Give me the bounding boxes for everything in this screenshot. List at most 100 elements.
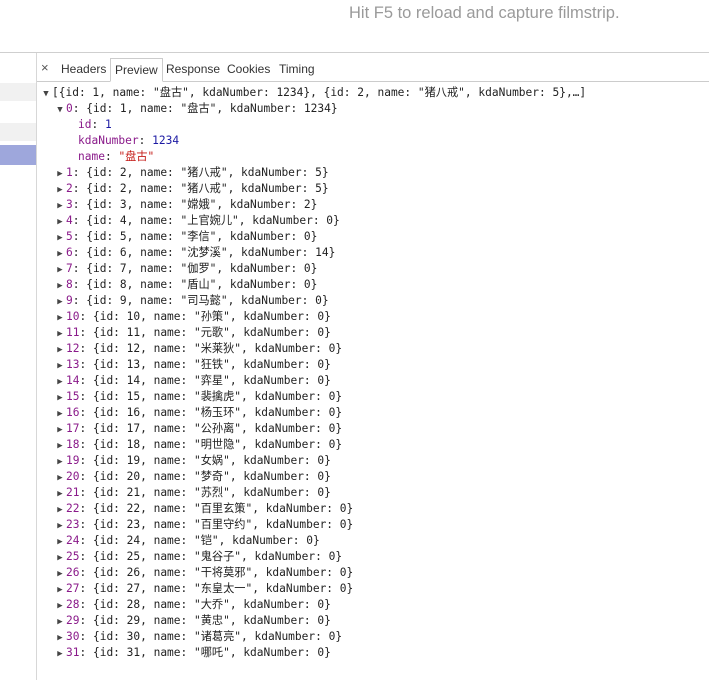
item-index: 24	[66, 534, 80, 547]
tree-item[interactable]: ▶ 28: {id: 28, name: "大乔", kdaNumber: 0}	[40, 597, 706, 613]
collapsed-triangle-icon[interactable]: ▶	[54, 486, 66, 502]
top-divider	[0, 52, 709, 53]
tree-item[interactable]: ▶ 25: {id: 25, name: "鬼谷子", kdaNumber: 0}	[40, 549, 706, 565]
item-summary: {id: 22, name: "百里玄策", kdaNumber: 0}	[92, 502, 354, 515]
tree-item[interactable]: ▶ 2: {id: 2, name: "猪八戒", kdaNumber: 5}	[40, 181, 706, 197]
tab-response[interactable]: Response	[162, 58, 224, 80]
item-summary: {id: 24, name: "铠", kdaNumber: 0}	[92, 534, 320, 547]
item-index: 10	[66, 310, 80, 323]
tree-item[interactable]: ▶ 13: {id: 13, name: "狂铁", kdaNumber: 0}	[40, 357, 706, 373]
collapsed-triangle-icon[interactable]: ▶	[54, 630, 66, 646]
collapsed-triangle-icon[interactable]: ▶	[54, 566, 66, 582]
request-list[interactable]	[0, 53, 36, 680]
tree-item[interactable]: ▶ 10: {id: 10, name: "孙策", kdaNumber: 0}	[40, 309, 706, 325]
tree-item[interactable]: ▶ 31: {id: 31, name: "哪吒", kdaNumber: 0}	[40, 645, 706, 661]
tree-item[interactable]: ▶ 19: {id: 19, name: "女娲", kdaNumber: 0}	[40, 453, 706, 469]
tree-item[interactable]: ▶ 30: {id: 30, name: "诸葛亮", kdaNumber: 0}	[40, 629, 706, 645]
item-index: 2	[66, 182, 73, 195]
collapsed-triangle-icon[interactable]: ▶	[54, 502, 66, 518]
tree-item[interactable]: ▶ 27: {id: 27, name: "东皇太一", kdaNumber: 0…	[40, 581, 706, 597]
collapsed-triangle-icon[interactable]: ▶	[54, 406, 66, 422]
tree-item[interactable]: ▶ 8: {id: 8, name: "盾山", kdaNumber: 0}	[40, 277, 706, 293]
collapsed-triangle-icon[interactable]: ▶	[54, 550, 66, 566]
collapsed-triangle-icon[interactable]: ▶	[54, 534, 66, 550]
collapsed-triangle-icon[interactable]: ▶	[54, 614, 66, 630]
collapsed-triangle-icon[interactable]: ▶	[54, 390, 66, 406]
tab-preview[interactable]: Preview	[110, 58, 163, 82]
request-row[interactable]	[0, 83, 36, 101]
tree-item[interactable]: ▶ 16: {id: 16, name: "杨玉环", kdaNumber: 0}	[40, 405, 706, 421]
collapsed-triangle-icon[interactable]: ▶	[54, 214, 66, 230]
collapsed-triangle-icon[interactable]: ▶	[54, 582, 66, 598]
expanded-triangle-icon[interactable]: ▼	[54, 102, 66, 118]
tree-item[interactable]: ▶ 23: {id: 23, name: "百里守约", kdaNumber: 0…	[40, 517, 706, 533]
collapsed-triangle-icon[interactable]: ▶	[54, 454, 66, 470]
tree-item[interactable]: ▶ 26: {id: 26, name: "干将莫邪", kdaNumber: 0…	[40, 565, 706, 581]
collapsed-triangle-icon[interactable]: ▶	[54, 422, 66, 438]
tab-cookies[interactable]: Cookies	[223, 58, 274, 80]
tab-timing[interactable]: Timing	[275, 58, 319, 80]
collapsed-triangle-icon[interactable]: ▶	[54, 230, 66, 246]
tree-item[interactable]: ▶ 14: {id: 14, name: "弈星", kdaNumber: 0}	[40, 373, 706, 389]
tree-item[interactable]: ▶ 12: {id: 12, name: "米莱狄", kdaNumber: 0}	[40, 341, 706, 357]
tree-item[interactable]: ▶ 20: {id: 20, name: "梦奇", kdaNumber: 0}	[40, 469, 706, 485]
tree-item[interactable]: ▶ 21: {id: 21, name: "苏烈", kdaNumber: 0}	[40, 485, 706, 501]
item-index: 12	[66, 342, 80, 355]
collapsed-triangle-icon[interactable]: ▶	[54, 294, 66, 310]
tree-item[interactable]: ▶ 1: {id: 2, name: "猪八戒", kdaNumber: 5}	[40, 165, 706, 181]
tree-item[interactable]: ▶ 6: {id: 6, name: "沈梦溪", kdaNumber: 14}	[40, 245, 706, 261]
tree-item[interactable]: ▶ 18: {id: 18, name: "明世隐", kdaNumber: 0}	[40, 437, 706, 453]
tree-item[interactable]: ▶ 4: {id: 4, name: "上官婉儿", kdaNumber: 0}	[40, 213, 706, 229]
tree-field-name: name: "盘古"	[78, 150, 155, 163]
collapsed-triangle-icon[interactable]: ▶	[54, 518, 66, 534]
tree-item-expanded[interactable]: ▼ 0: {id: 1, name: "盘古", kdaNumber: 1234}	[40, 101, 706, 117]
item-index: 22	[66, 502, 80, 515]
collapsed-triangle-icon[interactable]: ▶	[54, 374, 66, 390]
field-value: 1234	[152, 134, 180, 147]
collapsed-triangle-icon[interactable]: ▶	[54, 262, 66, 278]
collapsed-triangle-icon[interactable]: ▶	[54, 358, 66, 374]
item-index: 29	[66, 614, 80, 627]
tree-item[interactable]: ▶ 17: {id: 17, name: "公孙离", kdaNumber: 0}	[40, 421, 706, 437]
item-summary: {id: 17, name: "公孙离", kdaNumber: 0}	[92, 422, 343, 435]
tree-item[interactable]: ▶ 22: {id: 22, name: "百里玄策", kdaNumber: 0…	[40, 501, 706, 517]
request-row[interactable]	[0, 123, 36, 141]
item-index: 19	[66, 454, 80, 467]
tree-item[interactable]: ▶ 15: {id: 15, name: "裴擒虎", kdaNumber: 0}	[40, 389, 706, 405]
tree-item[interactable]: ▶ 3: {id: 3, name: "嫦娥", kdaNumber: 2}	[40, 197, 706, 213]
item-index: 25	[66, 550, 80, 563]
item-summary: {id: 27, name: "东皇太一", kdaNumber: 0}	[92, 582, 354, 595]
item-index: 3	[66, 198, 73, 211]
item-summary: {id: 10, name: "孙策", kdaNumber: 0}	[92, 310, 331, 323]
item-summary: {id: 12, name: "米莱狄", kdaNumber: 0}	[92, 342, 343, 355]
close-icon[interactable]: ×	[41, 60, 49, 75]
item-summary: {id: 5, name: "李信", kdaNumber: 0}	[86, 230, 318, 243]
collapsed-triangle-icon[interactable]: ▶	[54, 246, 66, 262]
expanded-triangle-icon[interactable]: ▼	[40, 86, 52, 102]
item-index: 11	[66, 326, 80, 339]
collapsed-triangle-icon[interactable]: ▶	[54, 310, 66, 326]
tree-item[interactable]: ▶ 5: {id: 5, name: "李信", kdaNumber: 0}	[40, 229, 706, 245]
tree-item[interactable]: ▶ 7: {id: 7, name: "伽罗", kdaNumber: 0}	[40, 261, 706, 277]
collapsed-triangle-icon[interactable]: ▶	[54, 470, 66, 486]
item-index: 6	[66, 246, 73, 259]
collapsed-triangle-icon[interactable]: ▶	[54, 326, 66, 342]
tree-item[interactable]: ▶ 9: {id: 9, name: "司马懿", kdaNumber: 0}	[40, 293, 706, 309]
collapsed-triangle-icon[interactable]: ▶	[54, 342, 66, 358]
item-summary: {id: 2, name: "猪八戒", kdaNumber: 5}	[86, 182, 329, 195]
collapsed-triangle-icon[interactable]: ▶	[54, 278, 66, 294]
tree-root[interactable]: ▼ [{id: 1, name: "盘古", kdaNumber: 1234}, …	[40, 85, 706, 101]
collapsed-triangle-icon[interactable]: ▶	[54, 198, 66, 214]
collapsed-triangle-icon[interactable]: ▶	[54, 166, 66, 182]
tab-headers[interactable]: Headers	[57, 58, 110, 80]
collapsed-triangle-icon[interactable]: ▶	[54, 438, 66, 454]
item-summary: {id: 4, name: "上官婉儿", kdaNumber: 0}	[86, 214, 340, 227]
collapsed-triangle-icon[interactable]: ▶	[54, 646, 66, 662]
collapsed-triangle-icon[interactable]: ▶	[54, 598, 66, 614]
request-row-selected[interactable]	[0, 145, 36, 165]
item-index: 1	[66, 166, 73, 179]
tree-item[interactable]: ▶ 29: {id: 29, name: "黄忠", kdaNumber: 0}	[40, 613, 706, 629]
tree-item[interactable]: ▶ 24: {id: 24, name: "铠", kdaNumber: 0}	[40, 533, 706, 549]
collapsed-triangle-icon[interactable]: ▶	[54, 182, 66, 198]
tree-item[interactable]: ▶ 11: {id: 11, name: "元歌", kdaNumber: 0}	[40, 325, 706, 341]
